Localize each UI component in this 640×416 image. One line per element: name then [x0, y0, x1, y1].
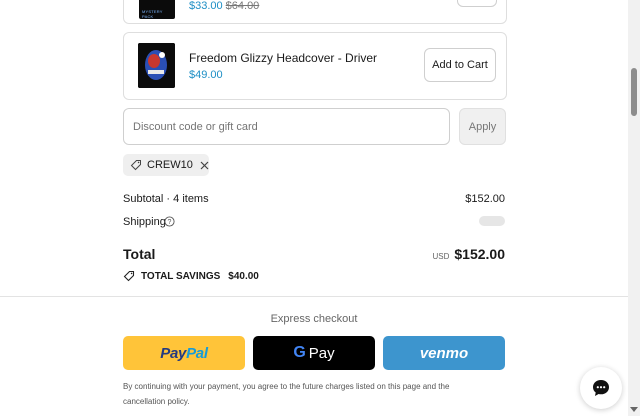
chat-bubble-icon: [591, 378, 611, 398]
scroll-down-arrow-icon[interactable]: [630, 407, 638, 413]
cart-item-mystery: MYSTERY PACK $33.00 $64.00: [123, 0, 507, 24]
scrollbar-thumb[interactable]: [631, 68, 637, 116]
paypal-logo: PayPal: [160, 344, 208, 362]
shipping-value-placeholder: [479, 216, 505, 226]
item-price: $49.00: [189, 69, 223, 81]
total-label: Total: [123, 246, 156, 262]
express-checkout-title: Express checkout: [270, 313, 358, 325]
thumb-text: MYSTERY PACK: [142, 9, 163, 19]
subtotal-label: Subtotal · 4 items: [123, 193, 209, 205]
scrollbar-track[interactable]: [628, 0, 640, 416]
add-to-cart-button[interactable]: [457, 0, 497, 7]
product-thumbnail: [138, 43, 175, 88]
total-value: $152.00: [454, 246, 505, 262]
svg-text:?: ?: [168, 219, 172, 226]
product-thumbnail: MYSTERY PACK: [139, 0, 175, 19]
discount-input[interactable]: [123, 108, 450, 145]
google-g-icon: G: [293, 344, 306, 361]
google-pay-button[interactable]: G Pay: [253, 336, 375, 370]
discount-code: CREW10: [147, 159, 193, 171]
paypal-button[interactable]: PayPal: [123, 336, 245, 370]
tag-icon: [123, 270, 135, 282]
currency-code: USD: [432, 252, 450, 261]
item-name[interactable]: Freedom Glizzy Headcover - Driver: [189, 51, 377, 65]
price-current: $33.00: [189, 0, 223, 12]
item-price: $33.00 $64.00: [189, 0, 259, 12]
legal-text: By continuing with your payment, you agr…: [123, 382, 450, 406]
google-pay-label: Pay: [308, 344, 335, 362]
info-icon[interactable]: ?: [164, 216, 175, 227]
discount-chip: CREW10: [123, 154, 209, 176]
savings-label: TOTAL SAVINGS: [141, 270, 221, 282]
price-compare: $64.00: [225, 0, 260, 12]
add-to-cart-button[interactable]: Add to Cart: [424, 48, 496, 82]
tag-icon: [130, 159, 142, 171]
summary-divider: [0, 296, 628, 297]
cart-item-headcover: Freedom Glizzy Headcover - Driver $49.00…: [123, 32, 507, 100]
venmo-button[interactable]: venmo: [383, 336, 505, 370]
total-value-group: USD $152.00: [433, 246, 506, 262]
shipping-label: Shipping: [123, 216, 166, 228]
subtotal-value: $152.00: [465, 193, 505, 205]
remove-discount-icon[interactable]: [200, 161, 209, 170]
apply-button[interactable]: Apply: [459, 108, 506, 145]
venmo-logo: venmo: [419, 344, 469, 362]
savings-row: TOTAL SAVINGS $40.00: [123, 270, 259, 282]
chat-button[interactable]: [580, 367, 622, 409]
savings-value: $40.00: [228, 270, 259, 282]
